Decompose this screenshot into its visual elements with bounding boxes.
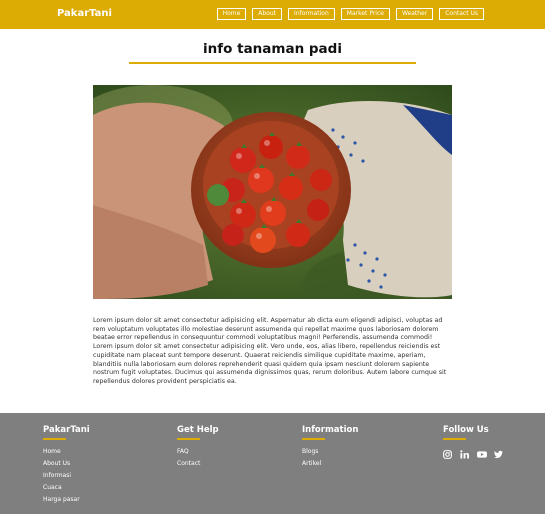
footer-col-follow: Follow Us: [443, 425, 503, 459]
instagram-icon[interactable]: [443, 446, 452, 459]
footer-link-harga-pasar[interactable]: Harga pasar: [43, 494, 90, 506]
content-paragraph: Lorem ipsum dolor sit amet consectetur a…: [93, 317, 447, 385]
linkedin-icon[interactable]: [460, 446, 469, 459]
nav-about[interactable]: About: [252, 8, 283, 20]
footer-link-artikel[interactable]: Artikel: [302, 458, 358, 470]
page-title: info tanaman padi: [203, 41, 342, 57]
footer-col-brand: PakarTani Home About Us Informasi Cuaca …: [43, 425, 90, 506]
footer-underline: [302, 438, 325, 440]
top-navbar: PakarTani Home About Information Market …: [0, 0, 545, 29]
brand-logo[interactable]: PakarTani: [57, 8, 112, 19]
footer-heading-follow: Follow Us: [443, 425, 489, 435]
twitter-icon[interactable]: [494, 446, 503, 459]
footer-heading-information: Information: [302, 425, 359, 435]
footer-link-contact[interactable]: Contact: [177, 458, 219, 470]
footer-underline: [43, 438, 66, 440]
footer-link-blogs[interactable]: Blogs: [302, 446, 358, 458]
nav-home[interactable]: Home: [216, 8, 247, 20]
main-nav: Home About Information Market Price Weat…: [216, 8, 484, 20]
footer-heading-help: Get Help: [177, 425, 219, 435]
social-links: [443, 446, 503, 459]
nav-contact-us[interactable]: Contact Us: [439, 8, 484, 20]
youtube-icon[interactable]: [477, 446, 487, 458]
footer-col-help: Get Help FAQ Contact: [177, 425, 219, 470]
site-footer: PakarTani Home About Us Informasi Cuaca …: [0, 413, 545, 514]
footer-col-information: Information Blogs Artikel: [302, 425, 358, 470]
footer-link-about-us[interactable]: About Us: [43, 458, 90, 470]
footer-heading-brand: PakarTani: [43, 425, 90, 435]
footer-underline: [177, 438, 200, 440]
footer-link-home[interactable]: Home: [43, 446, 90, 458]
footer-link-cuaca[interactable]: Cuaca: [43, 482, 90, 494]
title-underline: [129, 62, 416, 64]
hero-image: [93, 85, 452, 299]
footer-underline: [443, 438, 466, 440]
nav-information[interactable]: Information: [288, 8, 335, 20]
nav-weather[interactable]: Weather: [395, 8, 434, 20]
nav-market-price[interactable]: Market Price: [340, 8, 390, 20]
footer-link-informasi[interactable]: Informasi: [43, 470, 90, 482]
footer-link-faq[interactable]: FAQ: [177, 446, 219, 458]
